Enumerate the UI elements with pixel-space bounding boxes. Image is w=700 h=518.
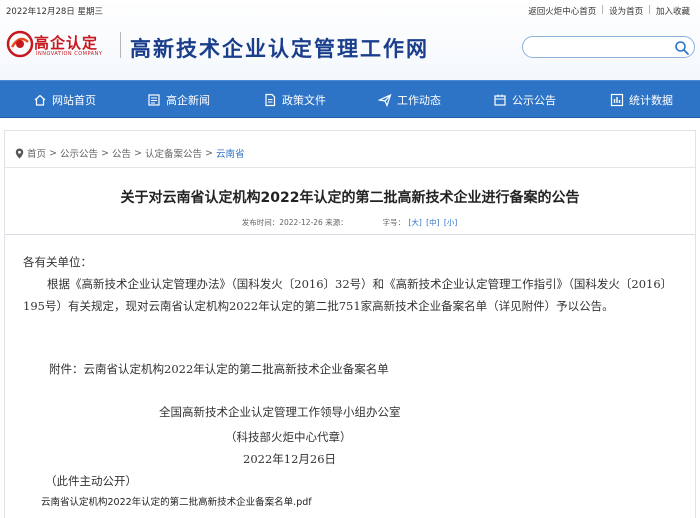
search-box — [522, 36, 695, 58]
location-pin-icon — [15, 148, 24, 158]
nav-item-label: 高企新闻 — [166, 94, 210, 107]
document-icon — [265, 93, 276, 107]
home-icon — [34, 94, 46, 106]
nav-item-label: 统计数据 — [629, 94, 673, 107]
nav-item-stats[interactable]: 统计数据 — [610, 81, 673, 119]
font-size-large[interactable]: [大] — [408, 218, 421, 227]
signature-org: 全国高新技术企业认定管理工作领导小组办公室 — [159, 405, 401, 419]
nav-item-news[interactable]: 高企新闻 — [147, 81, 210, 119]
main-paragraph: 根据《高新技术企业认定管理办法》（国科发火〔2016〕32号）和《高新技术企业认… — [23, 277, 673, 313]
nav-item-label: 公示公告 — [512, 94, 556, 107]
logo-divider — [120, 32, 121, 58]
nav-item-label: 网站首页 — [52, 94, 96, 107]
nav-item-notices[interactable]: 公示公告 — [493, 81, 556, 119]
main-nav: 网站首页 高企新闻 政策文件 工作动态 公示公告 统计数据 — [0, 80, 700, 118]
breadcrumb-separator: > — [204, 147, 213, 159]
font-size-medium[interactable]: [中] — [426, 218, 439, 227]
breadcrumb-separator: > — [133, 147, 142, 159]
top-bar: 2022年12月28日 星期三 返回火炬中心首页 | 设为首页 | 加入收藏 — [0, 0, 700, 20]
attachment-pdf-link[interactable]: 云南省认定机构2022年认定的第二批高新技术企业备案名单.pdf — [41, 494, 312, 508]
attachment-note: 附件：云南省认定机构2022年认定的第二批高新技术企业备案名单 — [49, 362, 389, 376]
divider — [5, 167, 695, 168]
breadcrumb-announcements[interactable]: 公告 — [112, 146, 131, 160]
nav-item-policy[interactable]: 政策文件 — [263, 81, 326, 119]
set-homepage-link[interactable]: 设为首页 — [609, 5, 643, 17]
breadcrumb-current[interactable]: 云南省 — [216, 146, 245, 160]
back-to-torch-home-link[interactable]: 返回火炬中心首页 — [528, 5, 596, 17]
breadcrumb-notices[interactable]: 公示公告 — [60, 146, 98, 160]
send-icon — [378, 93, 392, 107]
article-body: 各有关单位： 根据《高新技术企业认定管理办法》（国科发火〔2016〕32号）和《… — [23, 251, 683, 317]
top-links: 返回火炬中心首页 | 设为首页 | 加入收藏 — [528, 5, 690, 17]
breadcrumb-home[interactable]: 首页 — [27, 146, 46, 160]
signature-date: 2022年12月26日 — [243, 452, 337, 466]
site-logo[interactable]: 高企认定 INNOVATION COMPANY — [6, 30, 118, 64]
nav-item-work[interactable]: 工作动态 — [378, 81, 441, 119]
add-favorite-link[interactable]: 加入收藏 — [656, 5, 690, 17]
logo-subtitle: INNOVATION COMPANY — [36, 51, 103, 57]
separator: | — [648, 5, 651, 15]
publish-info: 发布时间：2022-12-26 来源： — [241, 218, 348, 227]
site-header: 2022年12月28日 星期三 返回火炬中心首页 | 设为首页 | 加入收藏 高… — [0, 0, 700, 80]
signature-agent: （科技部火炬中心代章） — [225, 430, 352, 444]
breadcrumb-separator: > — [49, 147, 57, 159]
news-icon — [148, 94, 160, 106]
search-input[interactable] — [531, 40, 671, 54]
separator: | — [601, 5, 605, 15]
logo-name: 高企认定 — [34, 34, 99, 52]
breadcrumb: 首页 > 公示公告 > 公告 > 认定备案公告 > 云南省 — [15, 146, 244, 160]
breadcrumb-filing[interactable]: 认定备案公告 — [145, 146, 202, 160]
site-title: 高新技术企业认定管理工作网 — [130, 37, 429, 61]
font-size-small[interactable]: [小] — [444, 218, 457, 227]
notice-icon — [494, 94, 506, 106]
article-meta: 发布时间：2022-12-26 来源： 字号： [大] [中] [小] — [5, 217, 695, 228]
public-note: （此件主动公开） — [45, 474, 137, 488]
search-icon[interactable] — [674, 40, 690, 56]
article-container: 首页 > 公示公告 > 公告 > 认定备案公告 > 云南省 关于对云南省认定机构… — [4, 130, 696, 518]
breadcrumb-separator: > — [101, 147, 109, 159]
current-date: 2022年12月28日 星期三 — [6, 7, 103, 17]
divider — [5, 234, 695, 235]
nav-item-home[interactable]: 网站首页 — [33, 81, 96, 119]
font-size-label: 字号： — [382, 218, 406, 227]
font-size-controls: 字号： [大] [中] [小] — [383, 218, 459, 227]
salutation: 各有关单位： — [23, 255, 92, 269]
chart-icon — [610, 93, 624, 107]
logo-icon — [6, 30, 34, 58]
article-title: 关于对云南省认定机构2022年认定的第二批高新技术企业进行备案的公告 — [120, 190, 580, 206]
nav-item-label: 工作动态 — [397, 94, 441, 107]
nav-item-label: 政策文件 — [282, 94, 326, 107]
